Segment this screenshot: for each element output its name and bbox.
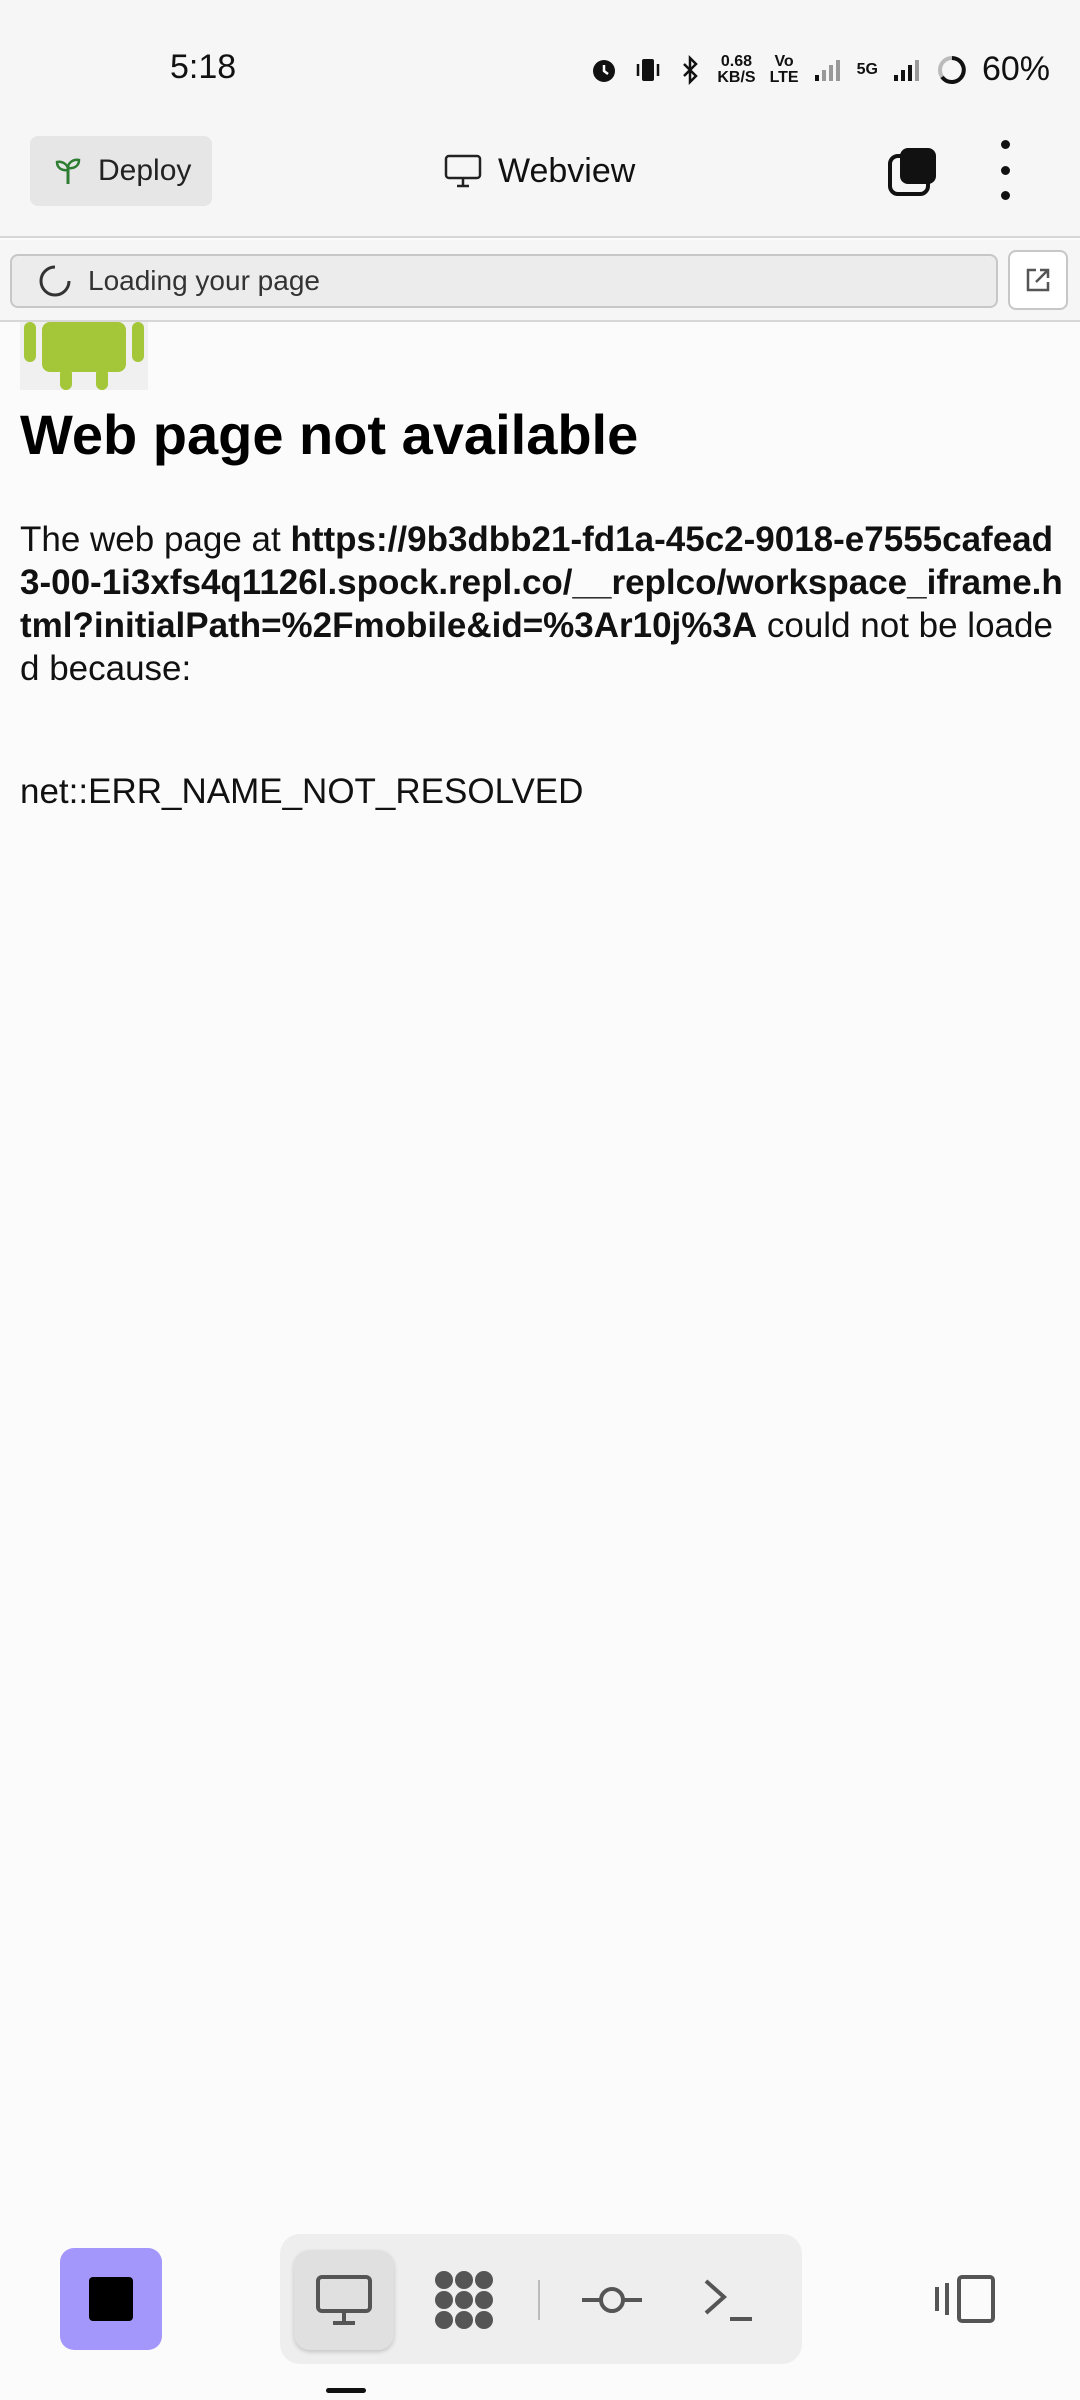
volte-indicator: Vo LTE [769, 52, 799, 86]
git-commit-icon [582, 2287, 642, 2313]
vibrate-icon [637, 58, 660, 81]
volte-top: Vo [774, 52, 794, 70]
deploy-label: Deploy [98, 154, 192, 187]
battery-ring-icon [937, 55, 966, 84]
signal-icon [814, 59, 840, 81]
terminal-icon [704, 2279, 752, 2321]
kebab-menu-icon[interactable] [990, 140, 1020, 200]
monitor-icon [444, 154, 482, 188]
url-bar: Loading your page [0, 240, 1080, 322]
tool-switcher [280, 2234, 802, 2364]
stop-button[interactable] [60, 2248, 162, 2350]
bottom-toolbar [0, 2220, 1080, 2400]
network-type: 5G [856, 60, 878, 78]
data-speed-unit: KB/S [717, 68, 756, 86]
spinner-icon [39, 265, 71, 297]
kebab-dot [1000, 140, 1010, 149]
git-tool-button[interactable] [562, 2250, 662, 2350]
kebab-dot [1000, 165, 1010, 175]
bluetooth-icon [683, 54, 699, 85]
page-title: Webview [444, 136, 635, 206]
error-message: The web page at https://9b3dbb21-fd1a-45… [20, 518, 1070, 690]
loading-status: Loading your page [88, 265, 320, 296]
page-title-text: Webview [498, 151, 636, 190]
error-code: net::ERR_NAME_NOT_RESOLVED [20, 772, 584, 811]
alarm-icon [593, 59, 616, 82]
signal-5g-icon [893, 59, 919, 81]
tabs-icon[interactable] [886, 146, 938, 198]
monitor-icon [316, 2275, 372, 2325]
toolbar-divider [538, 2280, 540, 2320]
packages-tool-button[interactable] [414, 2250, 514, 2350]
loading-field[interactable]: Loading your page [10, 254, 998, 308]
header-toolbar: Deploy Webview [0, 108, 1080, 238]
error-message-prefix: The web page at [20, 520, 291, 559]
home-indicator [326, 2388, 366, 2393]
status-icons: 0.68 KB/S Vo LTE 5G 60% [589, 50, 1050, 89]
android-icon [24, 322, 144, 390]
side-panel-button[interactable] [930, 2264, 1000, 2334]
open-external-button[interactable] [1008, 250, 1068, 310]
webview-content: Web page not available The web page at h… [0, 322, 1080, 2222]
webview-tool-button[interactable] [294, 2250, 394, 2350]
shell-tool-button[interactable] [678, 2250, 778, 2350]
side-panel-icon [935, 2275, 995, 2323]
stop-icon [89, 2277, 133, 2321]
deploy-button[interactable]: Deploy [30, 136, 212, 206]
status-time: 5:18 [170, 48, 237, 86]
volte-bottom: LTE [769, 68, 799, 86]
error-title: Web page not available [20, 403, 639, 466]
data-speed-value: 0.68 [720, 52, 753, 70]
data-speed: 0.68 KB/S [717, 52, 756, 86]
sprout-icon [55, 158, 81, 184]
battery-level: 60% [981, 50, 1050, 88]
grid-dots-icon [435, 2271, 493, 2329]
android-robot-image [20, 322, 148, 390]
kebab-dot [1000, 191, 1010, 200]
external-link-icon [1026, 268, 1050, 292]
status-bar: 5:18 0.68 KB/S Vo LTE 5G 60% [0, 0, 1080, 108]
